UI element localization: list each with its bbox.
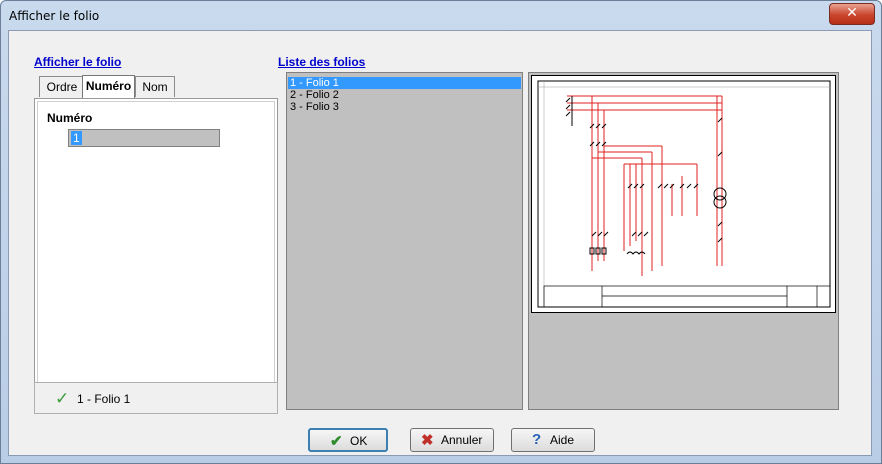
title-bar[interactable]: Afficher le folio ✕ — [1, 1, 881, 31]
tab-panel: Numéro 1 — [34, 98, 278, 404]
check-icon: ✔ — [330, 433, 343, 450]
help-button[interactable]: ? Aide — [511, 428, 595, 452]
close-button[interactable]: ✕ — [829, 3, 875, 25]
list-item-folio-2[interactable]: 2 - Folio 2 — [288, 89, 521, 101]
ok-label: OK — [350, 434, 368, 448]
schematic-preview — [531, 75, 836, 313]
numero-label: Numéro — [47, 111, 93, 125]
tab-numero[interactable]: Numéro — [82, 75, 135, 99]
selected-folio-text: 1 - Folio 1 — [77, 392, 131, 406]
tab-nom[interactable]: Nom — [135, 76, 175, 97]
numero-value: 1 — [71, 131, 82, 145]
question-icon: ? — [532, 431, 542, 448]
ok-button[interactable]: ✔ OK — [308, 428, 388, 452]
folio-listbox[interactable]: 1 - Folio 1 2 - Folio 2 3 - Folio 3 — [286, 72, 523, 410]
folio-list-heading: Liste des folios — [278, 55, 366, 69]
electrical-schematic-image — [537, 80, 831, 308]
folio-preview — [528, 72, 839, 410]
x-icon: ✖ — [421, 432, 434, 449]
tab-ordre[interactable]: Ordre — [39, 76, 85, 97]
cancel-label: Annuler — [441, 433, 483, 447]
cancel-button[interactable]: ✖ Annuler — [410, 428, 494, 452]
list-item-folio-1[interactable]: 1 - Folio 1 — [288, 77, 521, 89]
selected-folio-status: ✓ 1 - Folio 1 — [34, 382, 278, 414]
show-folio-heading: Afficher le folio — [34, 55, 122, 69]
check-icon: ✓ — [55, 389, 70, 408]
help-label: Aide — [550, 433, 575, 447]
close-icon: ✕ — [846, 5, 858, 21]
window-title: Afficher le folio — [9, 9, 100, 23]
numero-input[interactable]: 1 — [68, 129, 220, 147]
list-item-folio-3[interactable]: 3 - Folio 3 — [288, 101, 521, 113]
